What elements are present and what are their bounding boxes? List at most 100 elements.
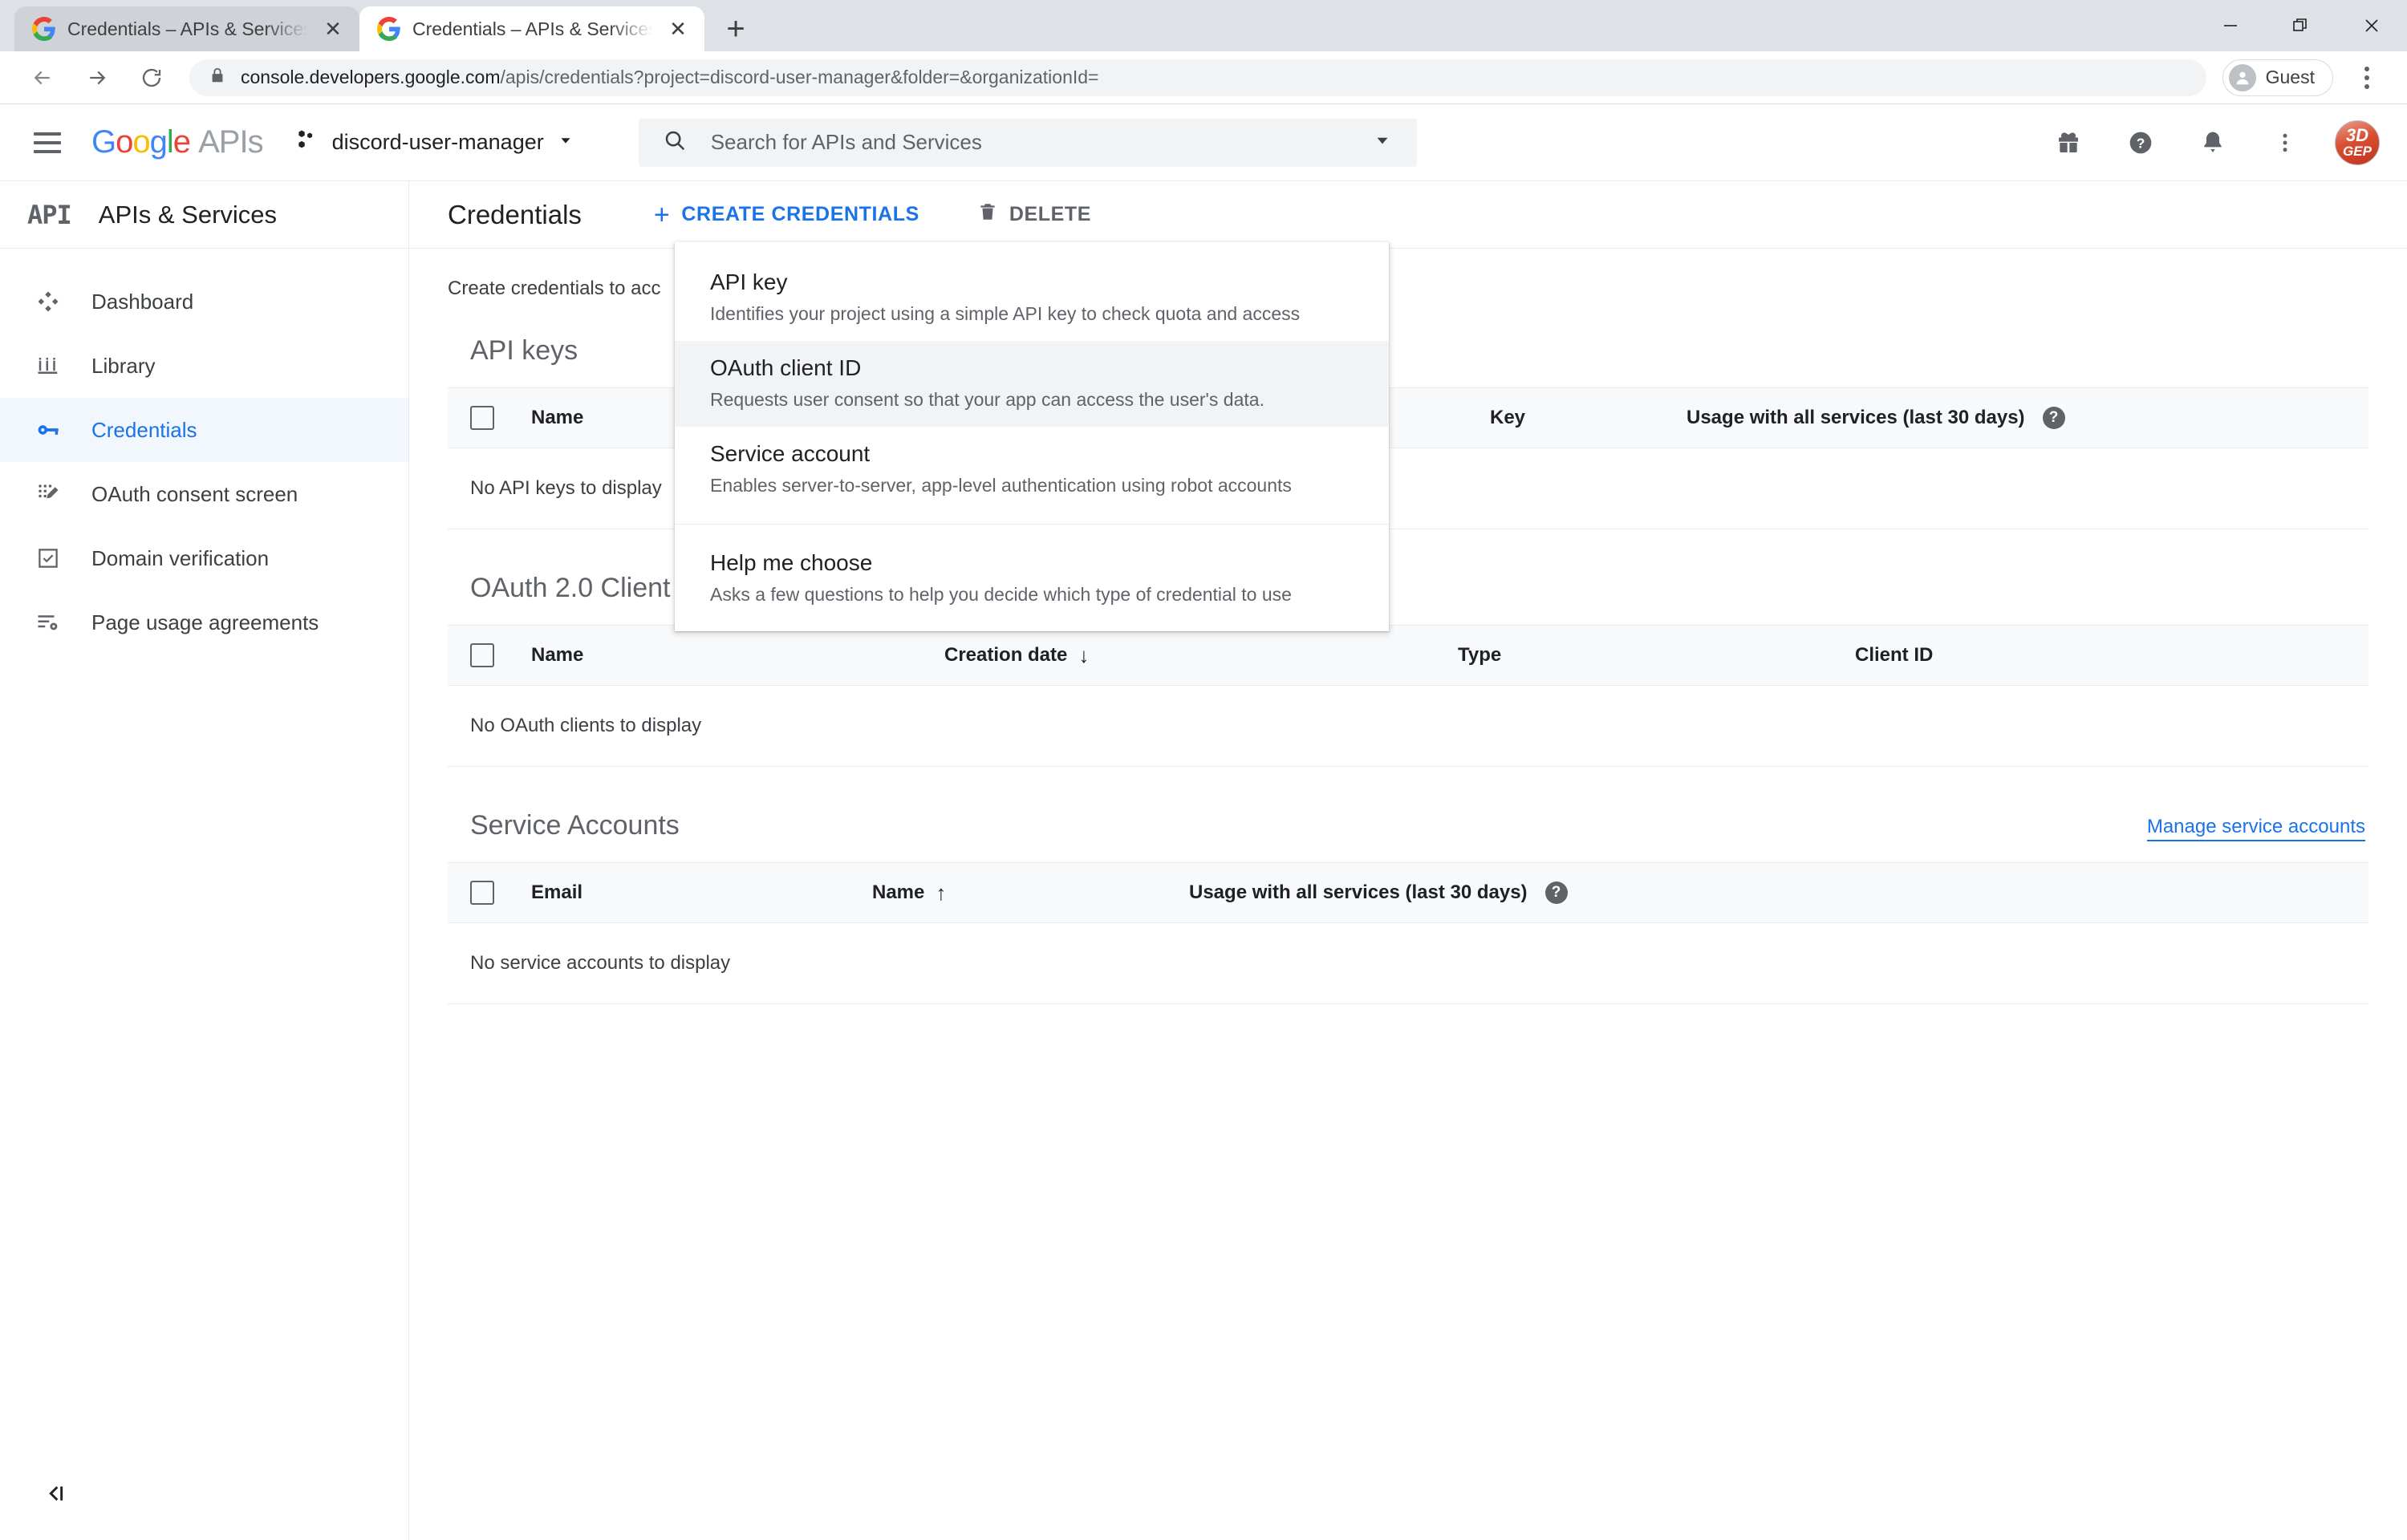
table-header-row: Name Creation date ↓ Type Client ID [448,625,2368,686]
table-header-row: Email Name ↑ Usage with all services (la… [448,862,2368,923]
avatar-line-2: GEP [2343,144,2372,158]
gift-icon[interactable] [2046,120,2091,165]
column-header-name[interactable]: Name [531,644,944,667]
browser-tab-1[interactable]: Credentials – APIs & Services – di ✕ [14,6,359,51]
column-header-usage[interactable]: Usage with all services (last 30 days) ? [1687,407,2065,429]
menu-item-description: Enables server-to-server, app-level auth… [710,475,1354,496]
notifications-bell-icon[interactable] [2190,120,2235,165]
back-icon[interactable] [18,53,67,103]
browser-tab-2[interactable]: Credentials – APIs & Services – di ✕ [359,6,704,51]
oauth-clients-empty-text: No OAuth clients to display [448,686,2368,767]
address-bar[interactable]: console.developers.google.com/apis/crede… [189,59,2206,96]
sidebar-header: API APIs & Services [0,181,408,249]
reload-icon[interactable] [127,53,177,103]
chevron-down-icon[interactable] [1372,130,1393,155]
more-vert-icon[interactable] [2263,120,2308,165]
menu-item-description: Requests user consent so that your app c… [710,389,1354,411]
minimize-icon[interactable] [2195,0,2266,51]
delete-label: DELETE [1009,203,1091,226]
sidebar-nav: Dashboard Library [0,249,408,654]
key-icon [32,414,64,446]
oauth-consent-icon [32,478,64,510]
close-icon[interactable]: ✕ [664,15,692,43]
menu-item-description: Asks a few questions to help you decide … [710,584,1354,606]
browser-toolbar: console.developers.google.com/apis/crede… [0,51,2407,104]
sidebar-item-label: Library [91,354,155,379]
search-input[interactable]: Search for APIs and Services [711,130,1348,155]
sidebar-item-domain-verification[interactable]: Domain verification [0,526,408,590]
header-icons: ? 3D GEP [2046,120,2380,165]
column-header-key[interactable]: Key [1490,407,1687,429]
service-accounts-table: Email Name ↑ Usage with all services (la… [448,862,2368,1004]
sidebar-item-label: Page usage agreements [91,610,319,635]
sidebar-item-dashboard[interactable]: Dashboard [0,270,408,334]
hamburger-menu-icon[interactable] [24,120,71,166]
domain-verification-icon [32,542,64,574]
profile-label: Guest [2266,67,2315,88]
menu-item-title: OAuth client ID [710,355,1354,381]
browser-tab-bar: Credentials – APIs & Services – di ✕ Cre… [0,0,2407,51]
collapse-panel-icon[interactable] [37,1474,75,1513]
help-icon[interactable]: ? [2043,407,2065,429]
forward-icon[interactable] [72,53,122,103]
google-g-icon [377,17,401,41]
menu-item-api-key[interactable]: API key Identifies your project using a … [675,255,1389,341]
restore-icon[interactable] [2266,0,2336,51]
select-all-checkbox[interactable] [470,406,494,430]
chevron-down-icon [557,132,574,153]
google-g-icon [32,17,56,41]
project-selector[interactable]: discord-user-manager [292,127,574,158]
sidebar-item-oauth-consent-screen[interactable]: OAuth consent screen [0,462,408,526]
sidebar-title: APIs & Services [99,201,277,229]
create-credentials-button[interactable]: + CREATE CREDENTIALS [654,201,919,229]
window-controls [2195,0,2407,51]
select-all-checkbox[interactable] [470,643,494,667]
profile-button[interactable]: Guest [2222,59,2333,96]
manage-service-accounts-link[interactable]: Manage service accounts [2147,816,2365,841]
column-header-name[interactable]: Name ↑ [872,881,1189,904]
close-icon[interactable] [2336,0,2407,51]
api-badge-icon: API [27,200,71,230]
column-header-email[interactable]: Email [531,881,872,904]
chrome-menu-icon[interactable] [2344,55,2389,100]
select-all-checkbox[interactable] [470,881,494,905]
delete-button[interactable]: DELETE [977,201,1091,228]
new-tab-button[interactable]: + [712,6,759,51]
search-bar[interactable]: Search for APIs and Services [639,119,1417,167]
column-header-usage[interactable]: Usage with all services (last 30 days) ? [1189,881,1568,904]
section-title: Service Accounts [470,810,680,841]
column-header-client-id[interactable]: Client ID [1855,644,1933,667]
library-icon [32,350,64,382]
trash-icon [977,201,998,228]
sidebar-item-label: Dashboard [91,290,193,314]
menu-divider [675,524,1389,525]
lock-icon [209,67,226,88]
menu-item-service-account[interactable]: Service account Enables server-to-server… [675,427,1389,513]
close-icon[interactable]: ✕ [319,15,347,43]
user-avatar[interactable]: 3D GEP [2335,120,2380,165]
project-icon [292,127,319,158]
page-usage-agreements-icon [32,606,64,638]
help-icon[interactable]: ? [1545,881,1568,904]
sort-asc-icon: ↑ [936,882,946,903]
sidebar-item-credentials[interactable]: Credentials [0,398,408,462]
service-accounts-empty-text: No service accounts to display [448,923,2368,1004]
sidebar-item-page-usage-agreements[interactable]: Page usage agreements [0,590,408,654]
search-icon [663,128,687,156]
avatar-line-1: 3D [2346,127,2368,144]
create-credentials-label: CREATE CREDENTIALS [681,203,919,226]
sidebar-item-library[interactable]: Library [0,334,408,398]
help-icon[interactable]: ? [2118,120,2163,165]
menu-item-help-me-choose[interactable]: Help me choose Asks a few questions to h… [675,536,1389,622]
menu-item-oauth-client-id[interactable]: OAuth client ID Requests user consent so… [675,341,1389,427]
column-header-creation-date[interactable]: Creation date ↓ [944,644,1458,667]
plus-icon: + [654,201,670,229]
section-header: Service Accounts Manage service accounts [448,810,2368,841]
column-header-type[interactable]: Type [1458,644,1855,667]
project-name: discord-user-manager [332,130,544,155]
sidebar: API APIs & Services Dashboard [0,181,409,1540]
browser-tab-title: Credentials – APIs & Services – di [412,18,653,40]
menu-item-title: Service account [710,441,1354,467]
page-title: Credentials [448,200,582,230]
google-apis-logo[interactable]: Google APIs [91,124,263,160]
